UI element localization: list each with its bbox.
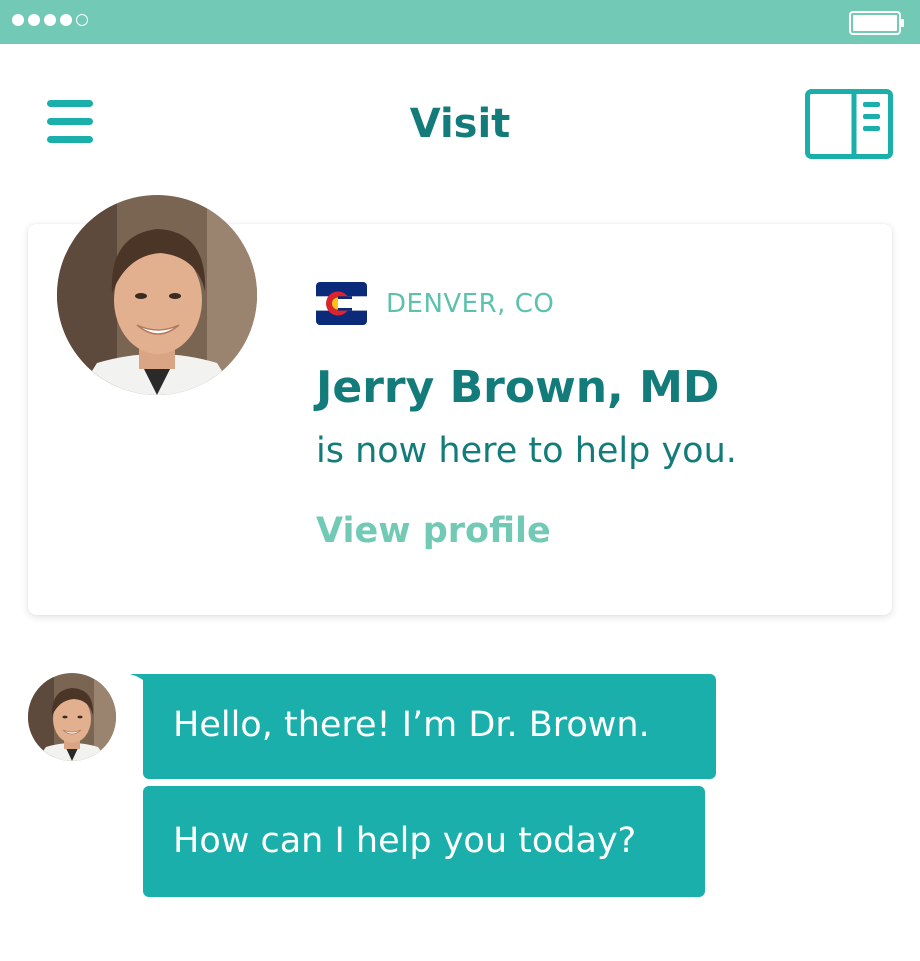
location-label: DENVER, CO [386,289,555,319]
battery-icon [849,11,904,35]
chat-message: How can I help you today? [143,786,705,897]
signal-strength-icon [12,14,88,26]
signal-dot-empty [76,14,88,26]
doctor-name: Jerry Brown, MD [316,362,720,413]
doctor-chat-avatar[interactable] [28,673,116,761]
doctor-avatar[interactable] [57,195,257,395]
page-title: Visit [409,101,511,147]
help-text: is now here to help you. [316,431,737,471]
signal-dot [44,14,56,26]
status-bar [0,0,920,44]
visit-screen: Visit DENVER, CO Jerry Brown, MD is now … [0,0,920,961]
book-panel-icon[interactable] [805,89,893,159]
signal-dot [60,14,72,26]
signal-dot [12,14,24,26]
colorado-flag-icon [316,282,367,325]
signal-dot [28,14,40,26]
view-profile-link[interactable]: View profile [316,508,551,554]
chat-message: Hello, there! I’m Dr. Brown. [143,674,716,779]
